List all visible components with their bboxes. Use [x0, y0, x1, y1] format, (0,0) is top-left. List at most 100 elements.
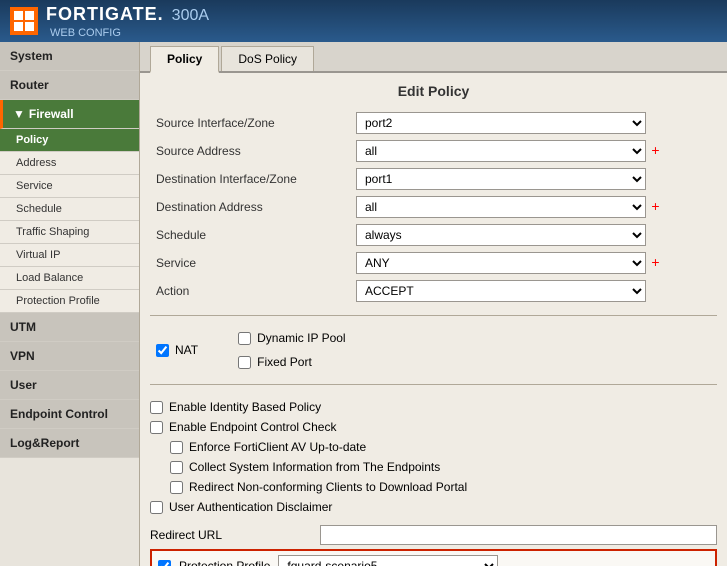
dynamic-ip-row: Dynamic IP Pool [238, 328, 345, 348]
source-address-select[interactable]: all [356, 140, 646, 162]
sidebar-item-label: Protection Profile [16, 295, 100, 307]
protection-profile-checkbox[interactable] [158, 560, 171, 566]
action-select[interactable]: ACCEPT DENY [356, 280, 646, 302]
divider-1 [150, 315, 717, 316]
dest-address-add-icon[interactable]: + [651, 198, 659, 214]
tab-dos-policy[interactable]: DoS Policy [221, 46, 314, 71]
fixed-port-checkbox[interactable] [238, 356, 251, 369]
schedule-control: always [350, 221, 717, 249]
sidebar-item-label: Service [16, 180, 53, 192]
action-row: Action ACCEPT DENY [150, 277, 717, 305]
schedule-row: Schedule always [150, 221, 717, 249]
identity-checkbox[interactable] [150, 401, 163, 414]
logo-icon [10, 7, 38, 35]
redirect-nc-row: Redirect Non-conforming Clients to Downl… [150, 477, 717, 497]
sidebar-item-policy[interactable]: Policy [0, 129, 139, 152]
endpoint-checkbox[interactable] [150, 421, 163, 434]
service-control: ANY + [350, 249, 717, 277]
sidebar-item-log-report[interactable]: Log&Report [0, 429, 139, 458]
sidebar: System Router ▼ Firewall Policy Address … [0, 42, 140, 566]
source-address-row: Source Address all + [150, 137, 717, 165]
schedule-select[interactable]: always [356, 224, 646, 246]
logo: FORTIGATE. 300A WEB CONFIG [10, 4, 209, 39]
nat-label: NAT [175, 343, 198, 357]
dest-interface-control: port1 port2 [350, 165, 717, 193]
service-select[interactable]: ANY [356, 252, 646, 274]
ip-pool-options: Dynamic IP Pool Fixed Port [238, 328, 345, 372]
sidebar-item-label: Firewall [29, 107, 74, 121]
source-interface-row: Source Interface/Zone port2 port1 [150, 109, 717, 137]
source-address-label: Source Address [150, 137, 350, 165]
forticlient-row: Enforce FortiClient AV Up-to-date [150, 437, 717, 457]
sidebar-item-endpoint[interactable]: Endpoint Control [0, 400, 139, 429]
dest-interface-row: Destination Interface/Zone port1 port2 [150, 165, 717, 193]
sidebar-item-label: Policy [16, 134, 48, 146]
sidebar-item-user[interactable]: User [0, 371, 139, 400]
sidebar-item-router[interactable]: Router [0, 71, 139, 100]
service-label: Service [150, 249, 350, 277]
collect-checkbox[interactable] [170, 461, 183, 474]
redirect-url-input[interactable] [320, 525, 717, 545]
divider-2 [150, 384, 717, 385]
sidebar-item-label: Address [16, 157, 56, 169]
sidebar-item-label: Traffic Shaping [16, 226, 89, 238]
sidebar-item-address[interactable]: Address [0, 152, 139, 175]
redirect-nc-label: Redirect Non-conforming Clients to Downl… [189, 480, 467, 494]
dest-address-select[interactable]: all [356, 196, 646, 218]
forticlient-checkbox[interactable] [170, 441, 183, 454]
sidebar-item-label: VPN [10, 349, 35, 363]
sidebar-item-service[interactable]: Service [0, 175, 139, 198]
dynamic-ip-checkbox[interactable] [238, 332, 251, 345]
identity-label: Enable Identity Based Policy [169, 400, 321, 414]
webconfig-text: WEB CONFIG [50, 27, 209, 39]
sidebar-item-label: System [10, 49, 53, 63]
user-auth-checkbox[interactable] [150, 501, 163, 514]
nat-options: NAT Dynamic IP Pool Fixed Port [150, 324, 717, 376]
dest-interface-select[interactable]: port1 port2 [356, 168, 646, 190]
sidebar-item-vpn[interactable]: VPN [0, 342, 139, 371]
user-auth-label: User Authentication Disclaimer [169, 500, 332, 514]
redirect-url-label: Redirect URL [150, 528, 310, 542]
dest-interface-label: Destination Interface/Zone [150, 165, 350, 193]
service-row: Service ANY + [150, 249, 717, 277]
sidebar-item-virtual-ip[interactable]: Virtual IP [0, 244, 139, 267]
sidebar-item-label: Log&Report [10, 436, 79, 450]
source-interface-label: Source Interface/Zone [150, 109, 350, 137]
header: FORTIGATE. 300A WEB CONFIG [0, 0, 727, 42]
dest-address-label: Destination Address [150, 193, 350, 221]
action-label: Action [150, 277, 350, 305]
sidebar-item-protection-profile[interactable]: Protection Profile [0, 290, 139, 313]
chevron-down-icon: ▼ [13, 107, 25, 121]
sidebar-item-schedule[interactable]: Schedule [0, 198, 139, 221]
collect-row: Collect System Information from The Endp… [150, 457, 717, 477]
source-interface-control: port2 port1 [350, 109, 717, 137]
sidebar-item-firewall[interactable]: ▼ Firewall [0, 100, 139, 129]
sidebar-item-label: Router [10, 78, 49, 92]
service-add-icon[interactable]: + [651, 254, 659, 270]
identity-section: Enable Identity Based Policy Enable Endp… [150, 393, 717, 521]
nat-checkbox[interactable] [156, 344, 169, 357]
protection-profile-label: Protection Profile [179, 559, 270, 566]
schedule-label: Schedule [150, 221, 350, 249]
main-content: Policy DoS Policy Edit Policy Source Int… [140, 42, 727, 566]
sidebar-item-system[interactable]: System [0, 42, 139, 71]
edit-policy-panel: Edit Policy Source Interface/Zone port2 … [140, 73, 727, 566]
sidebar-item-label: Load Balance [16, 272, 83, 284]
redirect-url-row: Redirect URL [150, 525, 717, 545]
source-address-add-icon[interactable]: + [651, 142, 659, 158]
protection-profile-row: Protection Profile fguard-scenario5 defa… [150, 549, 717, 566]
dynamic-ip-label: Dynamic IP Pool [257, 331, 345, 345]
protection-profile-select[interactable]: fguard-scenario5 default none [278, 555, 498, 566]
policy-form: Source Interface/Zone port2 port1 Source… [150, 109, 717, 305]
sidebar-item-traffic-shaping[interactable]: Traffic Shaping [0, 221, 139, 244]
source-interface-select[interactable]: port2 port1 [356, 112, 646, 134]
dest-address-control: all + [350, 193, 717, 221]
sidebar-item-label: UTM [10, 320, 36, 334]
sidebar-item-load-balance[interactable]: Load Balance [0, 267, 139, 290]
dest-address-row: Destination Address all + [150, 193, 717, 221]
collect-label: Collect System Information from The Endp… [189, 460, 440, 474]
tab-policy[interactable]: Policy [150, 46, 219, 73]
redirect-nc-checkbox[interactable] [170, 481, 183, 494]
sidebar-item-utm[interactable]: UTM [0, 313, 139, 342]
logo-text: FORTIGATE. [46, 4, 164, 25]
